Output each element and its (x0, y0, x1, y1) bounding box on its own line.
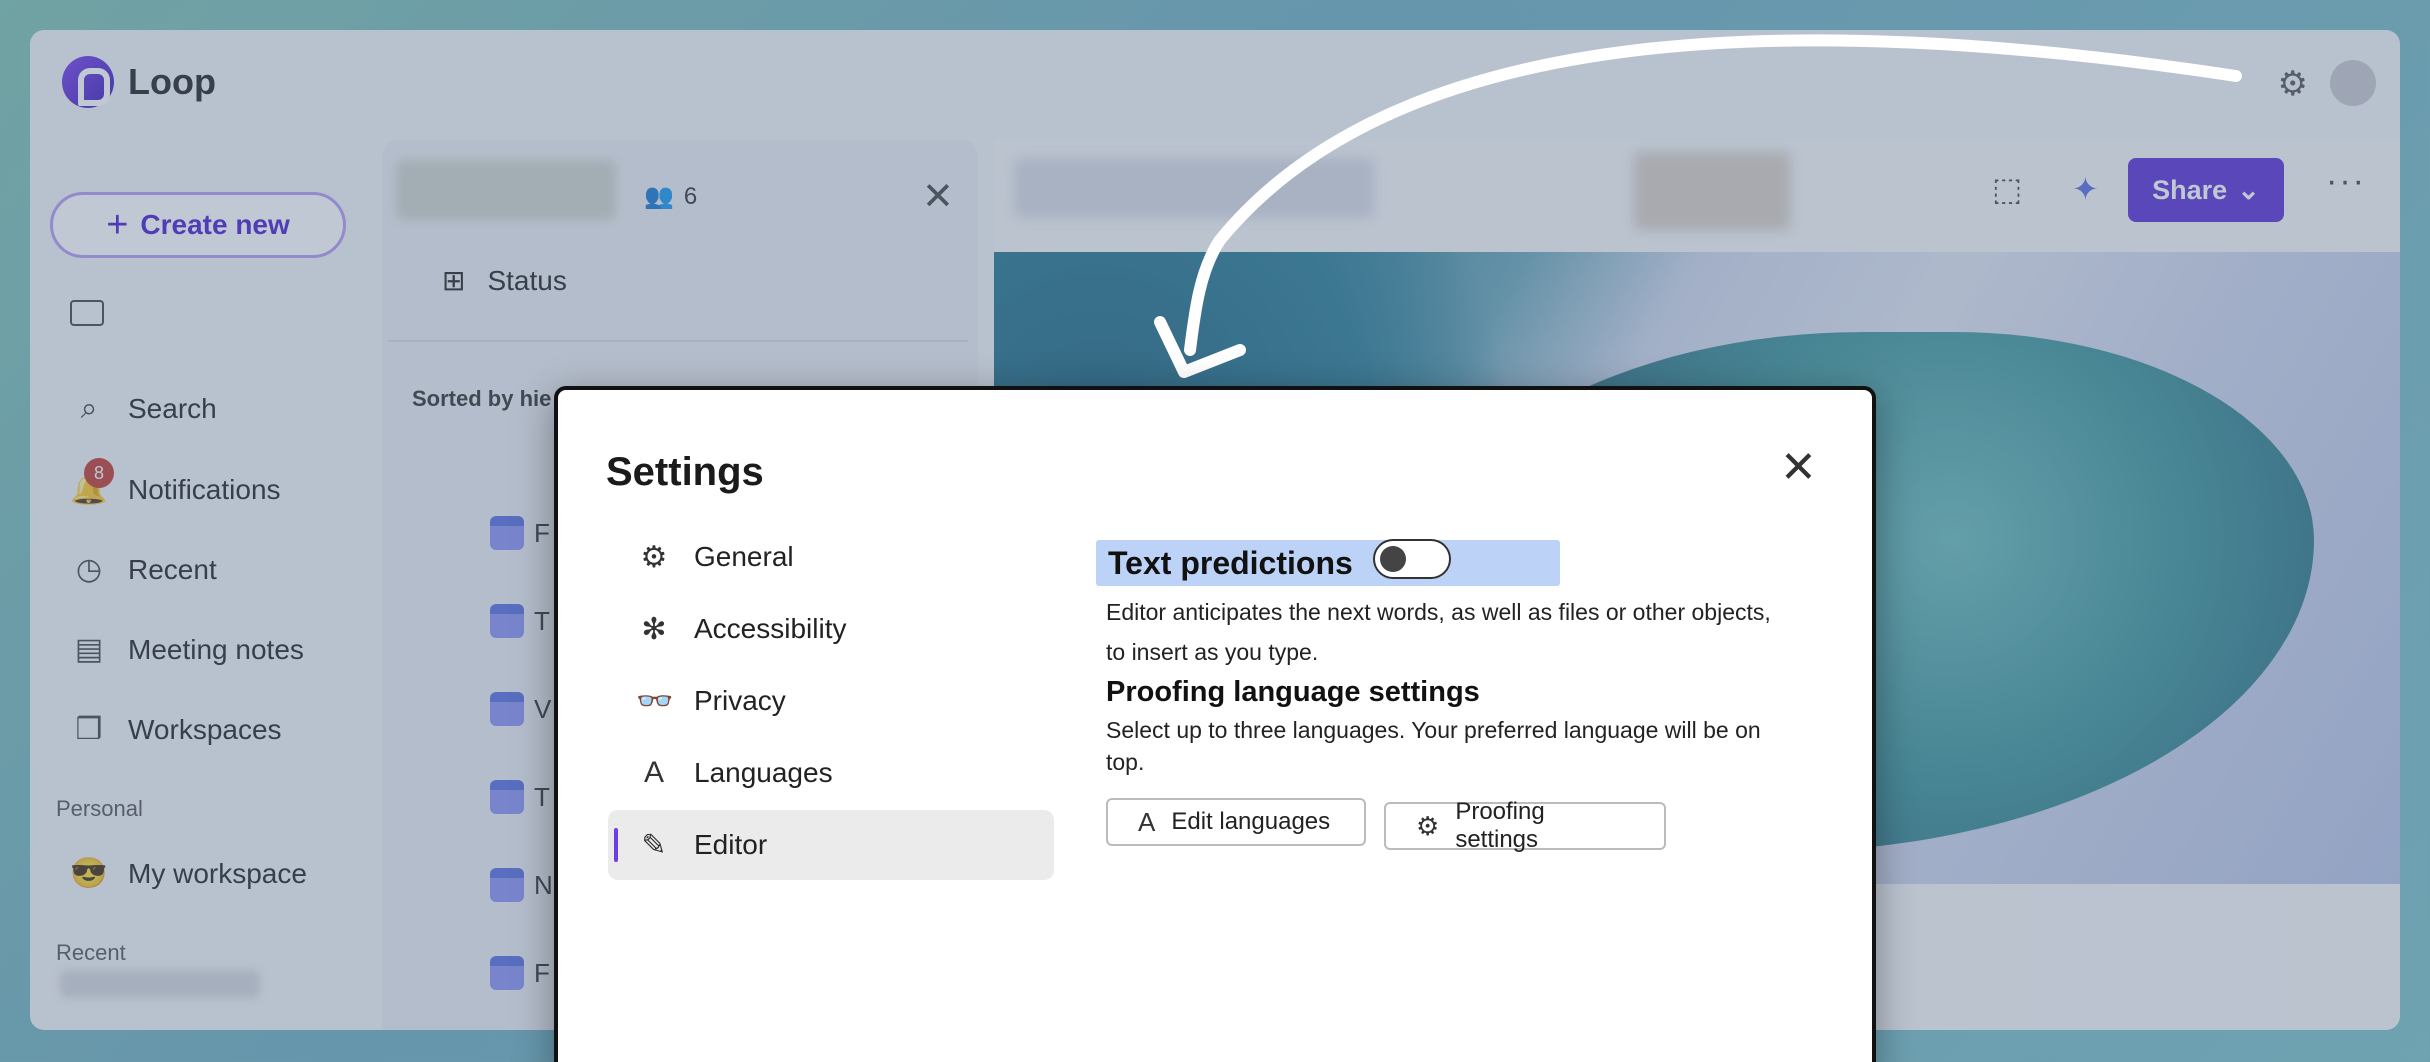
edit-languages-label: Edit languages (1171, 808, 1331, 835)
close-icon[interactable]: ✕ (1780, 442, 1817, 493)
settings-menu-privacy[interactable]: 👓 Privacy (608, 666, 1054, 736)
languages-icon: A (1138, 806, 1156, 837)
text-predictions-toggle[interactable] (1372, 539, 1451, 579)
settings-menu-accessibility[interactable]: ✻ Accessibility (608, 594, 1054, 664)
gear-icon: ⚙ (1416, 810, 1440, 841)
text-predictions-title: Text predictions (1108, 544, 1353, 581)
languages-icon: A (643, 756, 664, 789)
edit-languages-button[interactable]: A Edit languages (1106, 798, 1366, 846)
text-predictions-description: Editor anticipates the next words, as we… (1106, 592, 1806, 672)
menu-item-label: Languages (694, 757, 833, 788)
description-line: Editor anticipates the next words, as we… (1106, 599, 1771, 625)
proofing-settings-button[interactable]: ⚙ Proofing settings (1384, 798, 1666, 853)
description-line: top. (1106, 749, 1145, 775)
accessibility-icon: ✻ (641, 612, 667, 646)
proofing-settings-label: Proofing settings (1455, 798, 1545, 853)
menu-item-label: Privacy (694, 685, 786, 716)
text-predictions-row: Text predictions (1096, 539, 1560, 586)
description-line: to insert as you type. (1106, 639, 1319, 665)
settings-menu-languages[interactable]: A Languages (608, 738, 1054, 808)
gear-icon: ⚙ (640, 540, 668, 574)
dialog-title: Settings (606, 450, 764, 494)
settings-menu-editor[interactable]: ✎ Editor (608, 810, 1054, 880)
settings-dialog: Settings ✕ ⚙ General ✻ Accessibility 👓 P… (554, 386, 1876, 1062)
description-line: Select up to three languages. Your prefe… (1106, 717, 1761, 743)
proofing-description: Select up to three languages. Your prefe… (1106, 714, 1806, 778)
menu-item-label: Accessibility (694, 613, 847, 644)
menu-item-label: General (694, 541, 794, 572)
settings-menu-general[interactable]: ⚙ General (608, 522, 1054, 592)
proofing-title: Proofing language settings (1106, 676, 1480, 708)
editor-icon: ✎ (641, 828, 667, 862)
privacy-icon: 👓 (636, 684, 674, 718)
menu-item-label: Editor (694, 829, 768, 860)
